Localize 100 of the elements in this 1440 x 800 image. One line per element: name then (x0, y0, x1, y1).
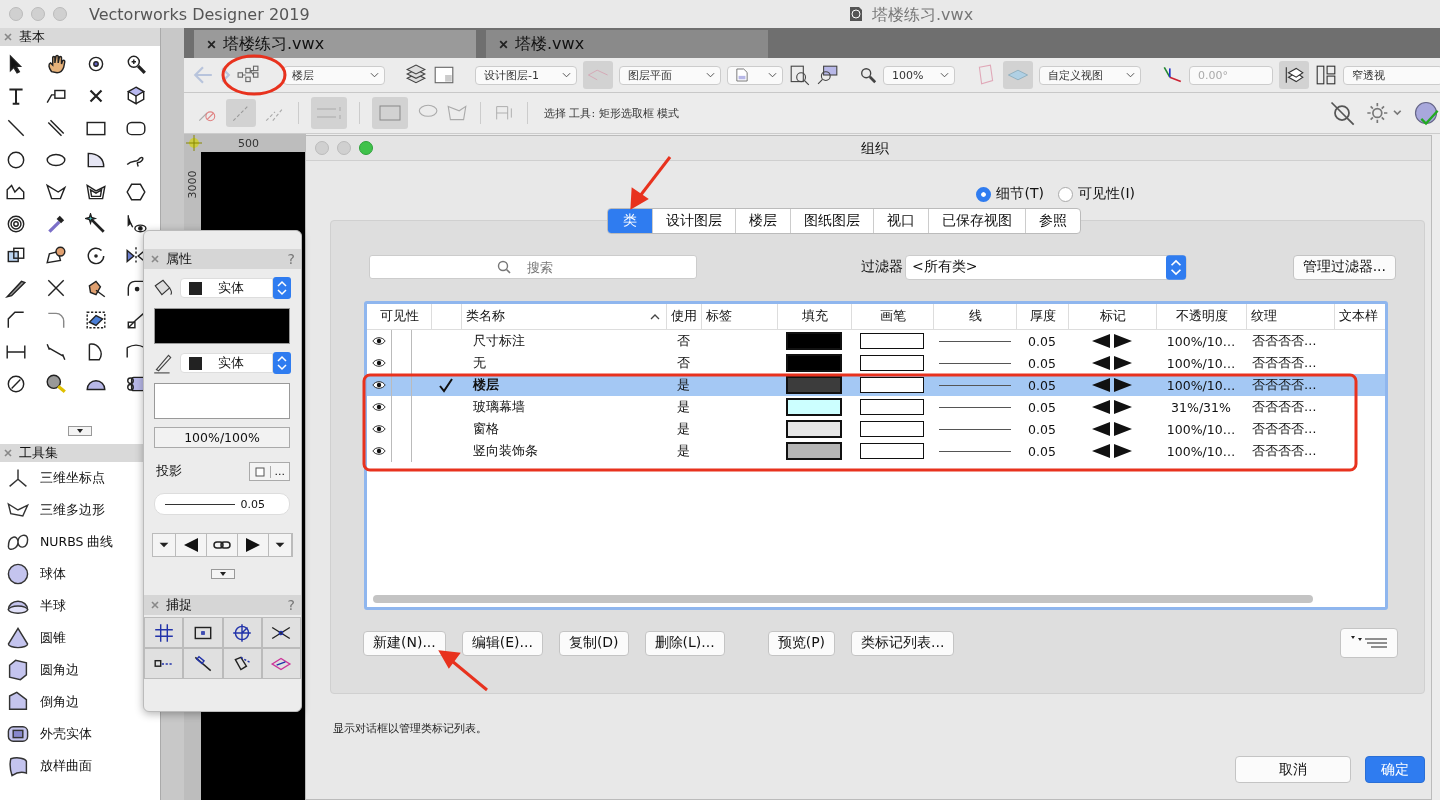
angled-dimension-icon[interactable] (45, 341, 67, 363)
column-header[interactable]: 纹理 (1251, 308, 1277, 325)
layer-select[interactable]: 设计图层-1 (475, 65, 577, 85)
tape-measure-icon[interactable] (45, 373, 67, 395)
close-tab-icon[interactable] (206, 38, 217, 50)
tool-label[interactable]: 倒角边 (40, 693, 79, 711)
radio-option[interactable]: 细节(T) (976, 185, 1044, 203)
tool-label[interactable]: 圆角边 (40, 661, 79, 679)
dialog-button[interactable]: 复制(D) (558, 630, 629, 656)
pen-swatch[interactable] (860, 399, 924, 415)
tab[interactable]: 设计图层 (652, 209, 735, 233)
cancel-button[interactable]: 取消 (1235, 756, 1351, 783)
eye-pointer-icon[interactable] (125, 213, 147, 235)
opacity-button[interactable]: 100%/100% (154, 427, 290, 448)
stepper-icon[interactable] (273, 352, 291, 374)
collapse-icon[interactable] (210, 569, 235, 579)
tab[interactable]: 视口 (873, 209, 928, 233)
render-view-select[interactable]: 自定义视图 (1039, 65, 1141, 85)
document-tab[interactable]: 塔楼练习.vwx (194, 30, 476, 58)
tab[interactable]: 楼层 (735, 209, 790, 233)
column-header[interactable]: 标签 (706, 308, 732, 325)
zoom-icon[interactable] (859, 66, 877, 84)
tool-label[interactable]: 圆锥 (40, 629, 66, 647)
cross-icon[interactable] (45, 277, 67, 299)
column-header[interactable]: 填充 (801, 308, 828, 325)
manage-filters-button[interactable]: 管理过滤器... (1292, 254, 1396, 280)
panels-icon[interactable] (1315, 64, 1337, 86)
arrowheads-icon[interactable] (1090, 444, 1134, 458)
table-row[interactable]: 窗格 是 0.05 100%/10… 否否否否… (367, 418, 1385, 440)
list-options-button[interactable] (1340, 628, 1398, 658)
diameter-icon[interactable] (5, 373, 27, 395)
tab[interactable]: 图纸图层 (790, 209, 873, 233)
column-header[interactable]: 线 (968, 308, 982, 325)
dialog-button[interactable]: 删除(L)... (644, 630, 725, 656)
projection-select[interactable]: 窄透视 (1343, 65, 1440, 85)
fill-swatch[interactable] (786, 442, 842, 460)
layers-icon[interactable] (405, 64, 427, 86)
tool-label[interactable]: NURBS 曲线 (40, 533, 114, 551)
eyedropper-icon[interactable] (45, 213, 67, 235)
wand-icon[interactable] (85, 213, 107, 235)
table-row[interactable]: 竖向装饰条 是 0.05 100%/10… 否否否否… (367, 440, 1385, 462)
collapse-icon[interactable] (68, 426, 92, 436)
fill-preview[interactable] (154, 308, 290, 344)
dialog-button[interactable]: 新建(N)... (363, 630, 446, 656)
scrollbar-thumb[interactable] (373, 595, 1313, 603)
eye-icon[interactable] (372, 402, 386, 412)
circle-icon[interactable] (5, 149, 27, 171)
dialog-button[interactable]: 类标记列表... (851, 630, 955, 656)
ok-button[interactable]: 确定 (1365, 756, 1425, 783)
story-select[interactable]: 楼层 (283, 65, 385, 85)
column-header[interactable]: 类名称 (466, 308, 505, 325)
fill-swatch[interactable] (786, 354, 842, 372)
table-row[interactable]: 尺寸标注 否 0.05 100%/10… 否否否否… (367, 330, 1385, 352)
pen-swatch[interactable] (860, 377, 924, 393)
dialog-button[interactable]: 预览(P) (767, 630, 836, 656)
column-header[interactable]: 可见性 (379, 308, 419, 325)
zoom-icon[interactable] (125, 53, 147, 75)
layer-stack-icon[interactable] (1279, 61, 1309, 89)
pen-swatch[interactable] (860, 333, 924, 349)
pen-preview[interactable] (154, 383, 290, 419)
zoom-page-icon[interactable] (789, 64, 811, 86)
tool-label[interactable]: 三维坐标点 (40, 469, 105, 487)
tool-label[interactable]: 三维多边形 (40, 501, 105, 519)
eye-icon[interactable] (372, 336, 386, 346)
cube-icon[interactable] (125, 85, 147, 107)
table-row[interactable]: 无 否 0.05 100%/10… 否否否否… (367, 352, 1385, 374)
stepper-icon[interactable] (273, 277, 291, 299)
search-field[interactable]: 搜索 (369, 255, 697, 279)
search-off-icon[interactable] (1328, 99, 1356, 127)
view-select[interactable]: 图层平面 (619, 65, 721, 85)
pen-swatch[interactable] (860, 443, 924, 459)
tool-label[interactable]: 半球 (40, 597, 66, 615)
cone-icon[interactable] (6, 626, 30, 650)
tab[interactable]: 已保存视图 (928, 209, 1025, 233)
tool-label[interactable]: 放样曲面 (40, 757, 92, 775)
rings-icon[interactable] (5, 213, 27, 235)
tab[interactable]: 参照 (1025, 209, 1080, 233)
hexagon-icon[interactable] (125, 181, 147, 203)
pencil-icon[interactable] (152, 352, 174, 374)
tool-label[interactable]: 外壳实体 (40, 725, 92, 743)
column-header[interactable]: 厚度 (1029, 308, 1056, 325)
radio-option[interactable]: 可见性(I) (1057, 185, 1135, 203)
column-header[interactable]: 使用 (671, 308, 697, 325)
fill-swatch[interactable] (786, 332, 842, 350)
sphere-icon[interactable] (6, 562, 30, 586)
fill-swatch[interactable] (786, 420, 842, 438)
loft-surface-icon[interactable] (6, 754, 30, 778)
eye-icon[interactable] (372, 424, 386, 434)
line-icon[interactable] (5, 117, 27, 139)
zoom-field[interactable]: 100% (883, 65, 955, 85)
filter-select[interactable]: <所有类> (905, 254, 1187, 280)
column-header[interactable]: 文本样 (1339, 308, 1378, 325)
double-line-icon[interactable] (45, 117, 67, 139)
pen-swatch[interactable] (860, 421, 924, 437)
document-tab[interactable]: 塔楼.vwx (486, 30, 768, 58)
table-row[interactable]: 玻璃幕墙 是 0.05 31%/31% 否否否否… (367, 396, 1385, 418)
eye-icon[interactable] (372, 446, 386, 456)
column-header[interactable]: 标记 (1099, 308, 1126, 325)
rotate-arrow-icon[interactable] (85, 245, 107, 267)
fill-swatch[interactable] (786, 398, 842, 416)
